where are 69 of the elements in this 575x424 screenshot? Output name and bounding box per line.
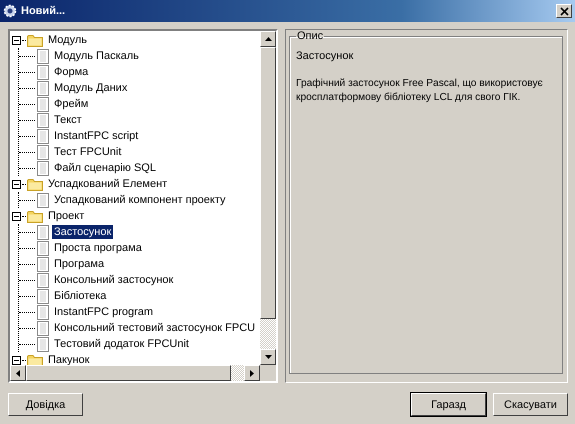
expander-icon[interactable] bbox=[12, 356, 21, 364]
folder-icon bbox=[27, 178, 43, 190]
scroll-thumb[interactable] bbox=[260, 47, 276, 319]
tree-item[interactable]: Успадкований Елемент bbox=[46, 177, 170, 191]
expander-icon[interactable] bbox=[12, 36, 21, 44]
template-name: Застосунок bbox=[296, 50, 354, 62]
scroll-right-button[interactable] bbox=[244, 365, 260, 381]
template-description: Графічний застосунок Free Pascal, що використовує кросплатформову бібліотеку LCL для свого ГІК. bbox=[296, 77, 544, 105]
scroll-thumb[interactable] bbox=[26, 365, 231, 381]
tree-item[interactable]: Тест FPCUnit bbox=[52, 145, 124, 159]
left-arrow-icon bbox=[16, 370, 20, 376]
document-icon bbox=[37, 112, 49, 128]
document-icon bbox=[37, 80, 49, 96]
scroll-down-button[interactable] bbox=[260, 349, 276, 365]
group-label: Опис bbox=[296, 30, 324, 42]
document-icon bbox=[37, 192, 49, 208]
gear-icon bbox=[3, 4, 17, 18]
tree-item[interactable]: Пакунок bbox=[46, 353, 92, 365]
close-icon bbox=[560, 6, 568, 16]
scroll-up-button[interactable] bbox=[260, 31, 276, 47]
document-icon bbox=[37, 48, 49, 64]
tree-item[interactable]: Модуль Даних bbox=[52, 81, 130, 95]
cancel-button[interactable]: Скасувати bbox=[493, 393, 568, 416]
folder-icon bbox=[27, 354, 43, 365]
document-icon bbox=[37, 320, 49, 336]
vertical-scrollbar[interactable] bbox=[260, 31, 276, 365]
document-icon bbox=[37, 336, 49, 352]
help-button[interactable]: Довідка bbox=[8, 393, 83, 416]
tree-item[interactable]: Проста програма bbox=[52, 241, 144, 255]
close-button[interactable] bbox=[556, 4, 572, 18]
tree-item[interactable]: Тестовий додаток FPCUnit bbox=[52, 337, 191, 351]
tree-item[interactable]: InstantFPC script bbox=[52, 129, 140, 143]
expander-icon[interactable] bbox=[12, 180, 21, 188]
tree-item[interactable]: Модуль bbox=[46, 33, 89, 47]
document-icon bbox=[37, 96, 49, 112]
expander-icon[interactable] bbox=[12, 212, 21, 220]
tree-item[interactable]: InstantFPC program bbox=[52, 305, 156, 319]
document-icon bbox=[37, 128, 49, 144]
tree-item[interactable]: Бібліотека bbox=[52, 289, 108, 303]
tree-item[interactable]: Проект bbox=[46, 209, 86, 223]
tree-item[interactable]: Консольний тестовий застосунок FPCU bbox=[52, 321, 258, 335]
up-arrow-icon bbox=[264, 37, 272, 41]
scrollbar-corner bbox=[260, 365, 276, 381]
document-icon bbox=[37, 224, 49, 240]
scroll-left-button[interactable] bbox=[10, 365, 26, 381]
tree-item[interactable]: Застосунок bbox=[52, 225, 114, 239]
document-icon bbox=[37, 304, 49, 320]
document-icon bbox=[37, 288, 49, 304]
tree-item[interactable]: Форма bbox=[52, 65, 90, 79]
tree-item[interactable]: Консольний застосунок bbox=[52, 273, 176, 287]
document-icon bbox=[37, 256, 49, 272]
tree-item[interactable]: Фрейм bbox=[52, 97, 90, 111]
horizontal-scrollbar[interactable] bbox=[10, 365, 276, 381]
tree-item[interactable]: Текст bbox=[52, 113, 84, 127]
document-icon bbox=[37, 144, 49, 160]
document-icon bbox=[37, 160, 49, 176]
document-icon bbox=[37, 240, 49, 256]
document-icon bbox=[37, 64, 49, 80]
right-arrow-icon bbox=[250, 370, 254, 376]
down-arrow-icon bbox=[264, 355, 272, 359]
tree-item[interactable]: Успадкований компонент проекту bbox=[52, 193, 228, 207]
folder-icon bbox=[27, 210, 43, 222]
ok-button[interactable]: Гаразд bbox=[411, 393, 486, 416]
document-icon bbox=[37, 272, 49, 288]
window-title: Новий... bbox=[21, 5, 66, 17]
tree-item[interactable]: Програма bbox=[52, 257, 106, 271]
tree-item[interactable]: Модуль Паскаль bbox=[52, 49, 141, 63]
tree-item[interactable]: Файл сценарію SQL bbox=[52, 161, 158, 175]
folder-icon bbox=[27, 34, 43, 46]
